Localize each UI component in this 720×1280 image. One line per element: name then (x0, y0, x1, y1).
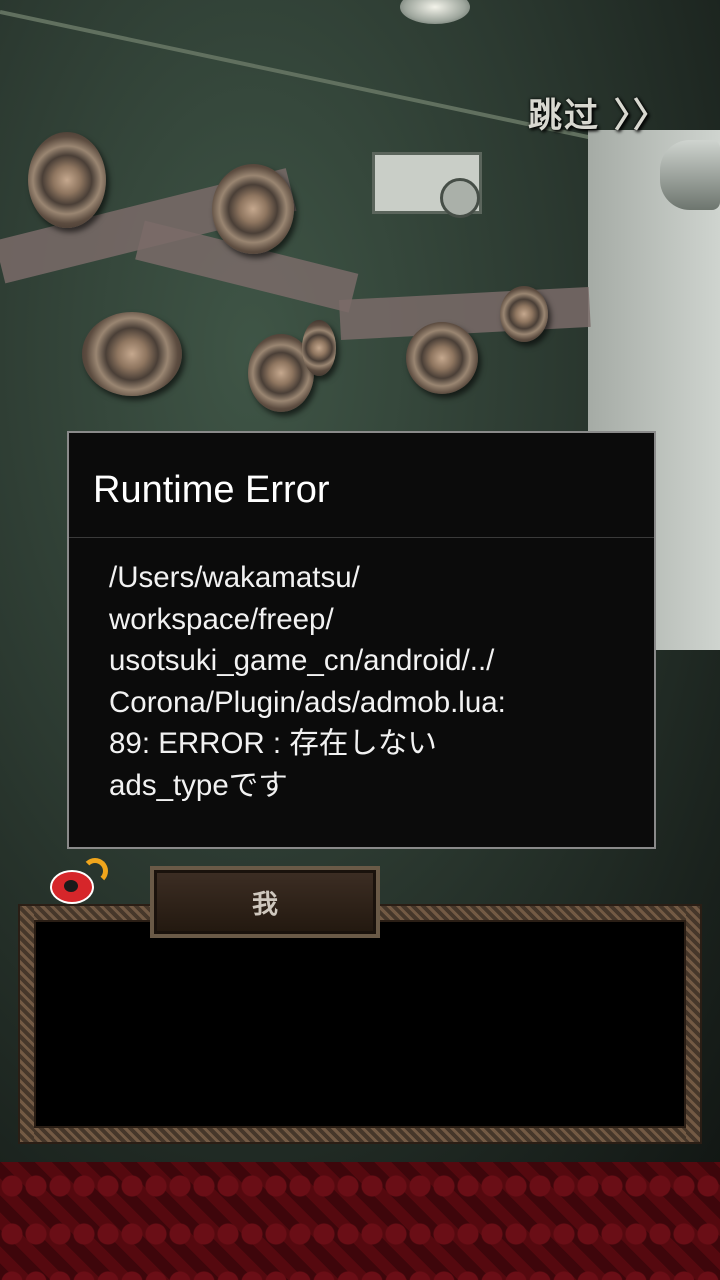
wall-speaker (212, 164, 294, 254)
red-carpet-floor (0, 1162, 720, 1280)
wall-speaker (500, 286, 548, 342)
ceiling-lamp (400, 0, 470, 24)
dialogue-box[interactable] (20, 906, 700, 1142)
wall-speaker (28, 132, 106, 228)
weibo-logo-eye (50, 870, 94, 904)
runtime-error-dialog[interactable]: Runtime Error /Users/wakamatsu/ workspac… (67, 431, 656, 849)
skip-button[interactable]: 跳过 〉〉 (528, 88, 678, 138)
speaker-name-tab: 我 (150, 866, 380, 938)
wall-speaker (82, 312, 182, 396)
speaker-name: 我 (251, 889, 278, 920)
vent-fan (440, 178, 480, 218)
dialog-message: /Users/wakamatsu/ workspace/freep/ usots… (109, 561, 506, 802)
dialog-divider (69, 537, 654, 538)
dialog-title: Runtime Error (93, 469, 330, 511)
wall-speaker (406, 322, 478, 394)
wall-speaker (302, 320, 336, 376)
security-camera (660, 140, 720, 210)
